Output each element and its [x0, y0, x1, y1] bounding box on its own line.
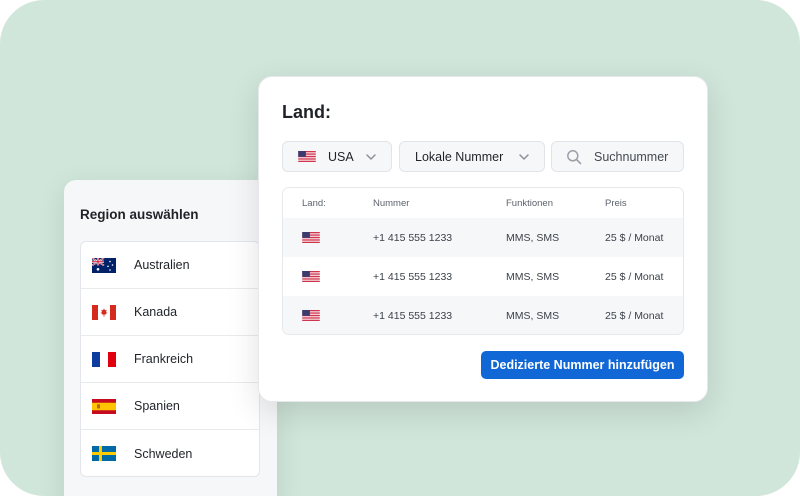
region-item-label: Schweden [134, 446, 193, 461]
number-features: MMS, SMS [506, 231, 560, 244]
region-item-australia[interactable]: Australien [81, 242, 259, 289]
phone-number: +1 415 555 1233 [373, 309, 453, 322]
region-item-label: Australien [134, 258, 190, 272]
chevron-down-icon [366, 154, 376, 160]
column-header-number: Nummer [373, 197, 410, 209]
region-list: Australien Kanada Frankreich Spanien Sch… [80, 241, 260, 477]
phone-number: +1 415 555 1233 [373, 231, 453, 244]
table-row[interactable]: +1 415 555 1233 MMS, SMS 25 $ / Monat [283, 218, 683, 257]
column-header-country: Land: [302, 197, 326, 209]
add-dedicated-number-button[interactable]: Dedizierte Nummer hinzufügen [481, 351, 684, 379]
number-price: 25 $ / Monat [605, 231, 664, 244]
region-item-label: Kanada [134, 305, 178, 319]
number-panel: Land: USA Lokale Nummer Suchnummer Land: [258, 76, 708, 402]
search-placeholder: Suchnummer [594, 149, 669, 164]
canada-flag-icon [92, 304, 116, 320]
usa-flag-icon [298, 151, 316, 162]
region-item-label: Spanien [134, 399, 180, 413]
number-type-select-value: Lokale Nummer [415, 149, 504, 164]
column-header-features: Funktionen [506, 197, 554, 209]
table-row[interactable]: +1 415 555 1233 MMS, SMS 25 $ / Monat [283, 257, 683, 296]
region-panel: Region auswählen Australien Kanada Frank… [64, 180, 277, 496]
numbers-table: Land: Nummer Funktionen Preis +1 415 555… [282, 187, 684, 335]
region-item-france[interactable]: Frankreich [81, 336, 259, 383]
search-icon [567, 149, 582, 164]
illustration-background: Region auswählen Australien Kanada Frank… [0, 0, 800, 496]
usa-flag-icon [302, 310, 320, 321]
region-panel-title: Region auswählen [80, 207, 199, 222]
region-item-label: Frankreich [134, 352, 194, 366]
sweden-flag-icon [92, 446, 116, 461]
number-panel-title: Land: [282, 102, 331, 122]
table-header-row: Land: Nummer Funktionen Preis [283, 188, 683, 218]
region-item-spain[interactable]: Spanien [81, 383, 259, 430]
phone-number: +1 415 555 1233 [373, 270, 453, 283]
column-header-price: Preis [605, 197, 627, 209]
country-select[interactable]: USA [282, 141, 392, 172]
number-features: MMS, SMS [506, 309, 560, 322]
region-item-sweden[interactable]: Schweden [81, 430, 259, 476]
number-features: MMS, SMS [506, 270, 560, 283]
usa-flag-icon [302, 232, 320, 243]
chevron-down-icon [519, 154, 529, 160]
number-type-select[interactable]: Lokale Nummer [399, 141, 545, 172]
spain-flag-icon [92, 398, 116, 414]
australia-flag-icon [92, 257, 116, 273]
region-item-canada[interactable]: Kanada [81, 289, 259, 336]
table-row[interactable]: +1 415 555 1233 MMS, SMS 25 $ / Monat [283, 296, 683, 334]
number-price: 25 $ / Monat [605, 309, 664, 322]
number-price: 25 $ / Monat [605, 270, 664, 283]
country-select-value: USA [328, 149, 354, 164]
number-search-input[interactable]: Suchnummer [551, 141, 684, 172]
france-flag-icon [92, 351, 116, 367]
usa-flag-icon [302, 271, 320, 282]
